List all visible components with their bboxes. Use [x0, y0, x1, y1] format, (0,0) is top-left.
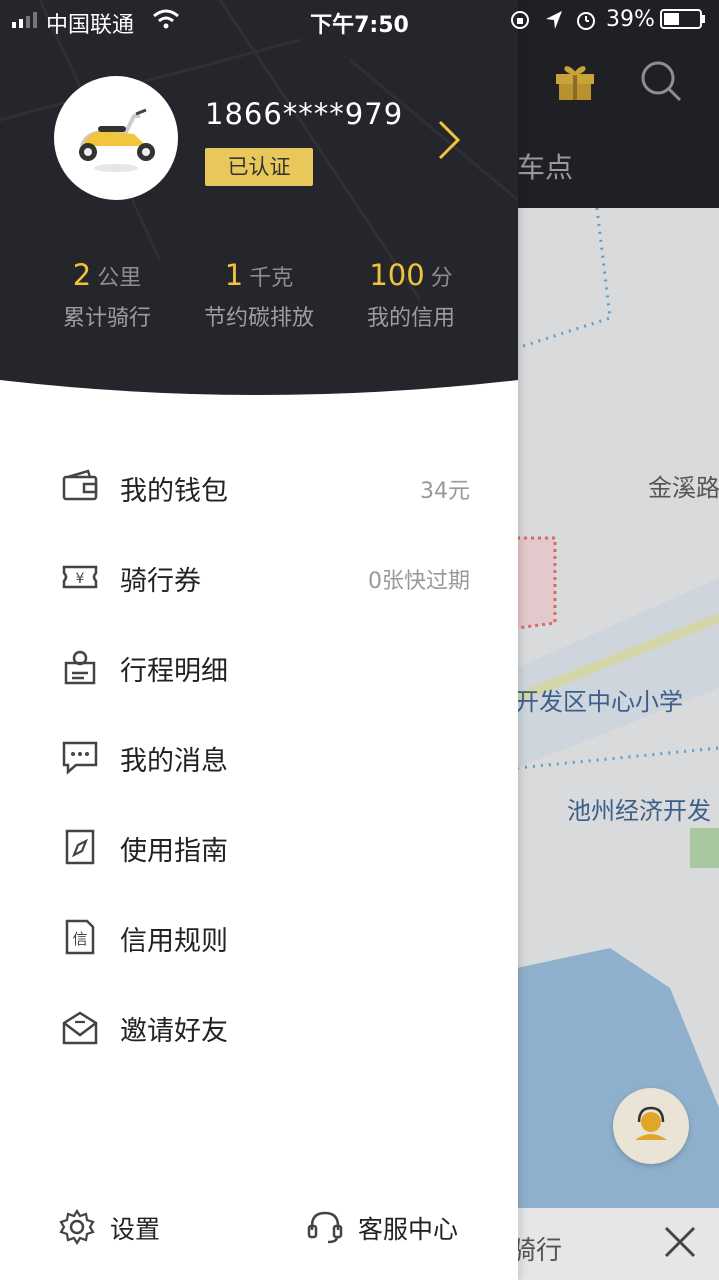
rotation-lock-icon — [511, 11, 529, 29]
avatar[interactable] — [54, 76, 178, 200]
close-icon[interactable] — [660, 1222, 700, 1262]
coupon-icon: ¥ — [62, 565, 98, 589]
alarm-icon — [577, 12, 595, 30]
stat-unit: 千克 — [249, 266, 294, 291]
stat-label: 累计骑行 — [62, 306, 151, 331]
trip-detail-icon — [64, 650, 96, 685]
stat-value: 2 — [72, 258, 92, 292]
stat-credit[interactable]: 100 分 我的信用 — [331, 258, 491, 332]
customer-service-button[interactable]: 客服中心 — [306, 1206, 476, 1250]
battery-percent: 39% — [606, 7, 655, 32]
menu-item-trips[interactable]: 行程明细 — [0, 632, 518, 702]
menu-label: 我的消息 — [120, 746, 228, 777]
svg-text:信: 信 — [72, 930, 87, 948]
stat-label: 我的信用 — [366, 306, 455, 331]
headset-icon — [307, 1211, 343, 1244]
battery-icon — [660, 9, 705, 29]
search-icon[interactable] — [638, 58, 684, 104]
gear-icon — [59, 1208, 95, 1246]
map-dev-zone-label: 池州经济开发 — [567, 797, 711, 825]
menu-item-invite[interactable]: 邀请好友 — [0, 992, 518, 1062]
svg-text:¥: ¥ — [76, 571, 85, 587]
stat-value: 1 — [224, 258, 244, 292]
stat-unit: 分 — [430, 266, 453, 291]
menu-item-guide[interactable]: 使用指南 — [0, 812, 518, 882]
menu-label: 邀请好友 — [120, 1016, 228, 1047]
location-arrow-icon — [546, 11, 562, 29]
map-tab-label[interactable]: 车点 — [517, 146, 573, 186]
verified-badge: 已认证 — [205, 148, 313, 186]
coupon-status: 0张快过期 — [368, 569, 470, 594]
stat-unit: 公里 — [97, 266, 142, 291]
stat-distance: 2 公里 累计骑行 — [27, 258, 187, 332]
stat-label: 节约碳排放 — [203, 306, 314, 331]
menu-item-wallet[interactable]: 我的钱包 34元 — [0, 452, 518, 522]
guide-icon — [65, 829, 95, 865]
chevron-right-icon[interactable] — [434, 118, 464, 162]
scooter-icon — [79, 108, 155, 172]
wallet-balance: 34元 — [420, 479, 470, 504]
credit-rules-icon: 信 — [65, 919, 95, 955]
settings-label: 设置 — [110, 1215, 161, 1244]
menu-item-credit-rules[interactable]: 信 信用规则 — [0, 902, 518, 972]
menu-label: 骑行券 — [120, 566, 201, 597]
stat-carbon: 1 千克 节约碳排放 — [179, 258, 339, 332]
invite-icon — [62, 1011, 98, 1045]
side-drawer: 1866****979 已认证 2 公里 累计骑行 1 千克 节约碳排放 100 分 … — [0, 0, 518, 1280]
profile-header[interactable]: 1866****979 已认证 2 公里 累计骑行 1 千克 节约碳排放 100 分 … — [0, 0, 518, 402]
menu-label: 使用指南 — [120, 836, 228, 867]
gift-icon[interactable] — [552, 58, 598, 104]
menu-label: 信用规则 — [120, 926, 228, 957]
menu-label: 我的钱包 — [120, 476, 228, 507]
message-icon — [62, 741, 98, 775]
stat-value: 100 — [369, 258, 425, 292]
customer-service-fab[interactable] — [613, 1088, 689, 1164]
map-school-label: 开发区中心小学 — [515, 688, 683, 716]
map-street-label: 金溪路 — [648, 474, 719, 502]
wallet-icon — [62, 469, 98, 501]
phone-number: 1866****979 — [205, 97, 404, 131]
status-bar: 中国联通 下午7:50 39% — [0, 0, 719, 40]
customer-service-label: 客服中心 — [358, 1215, 459, 1244]
agent-icon — [635, 1106, 667, 1140]
menu-item-coupon[interactable]: ¥ 骑行券 0张快过期 — [0, 542, 518, 612]
menu-label: 行程明细 — [120, 656, 228, 687]
settings-button[interactable]: 设置 — [58, 1206, 178, 1250]
menu-item-messages[interactable]: 我的消息 — [0, 722, 518, 792]
